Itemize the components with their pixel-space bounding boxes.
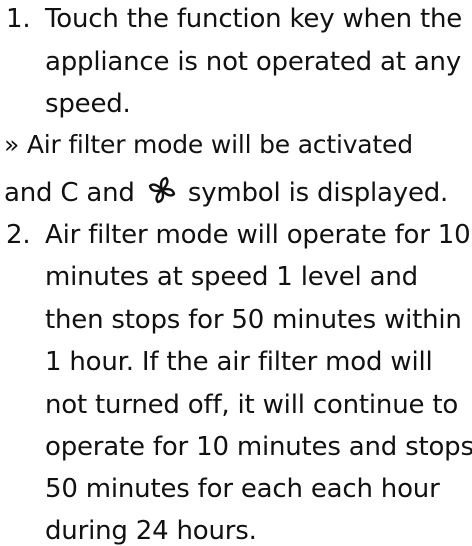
result-line-1: » Air filter mode will be activated [4, 130, 413, 159]
instruction-document: 1. Touch the function key when the appli… [0, 0, 472, 546]
step-2-line-4: 1 hour. If the air filter mod will [45, 347, 433, 377]
fan-icon [147, 175, 177, 205]
step-1-line-2: appliance is not operated at any [45, 47, 462, 77]
step-2-line-2: minutes at speed 1 level and [45, 262, 418, 292]
step-2-line-3: then stops for 50 minutes within [45, 305, 462, 335]
result-line-2-end: symbol is displayed. [179, 178, 449, 208]
step-1-line-1: Touch the function key when the [45, 4, 463, 34]
step-1-line-3: speed. [45, 89, 131, 119]
result-line-2: and C and symbol is displayed. [4, 175, 448, 208]
step-2-line-7: 50 minutes for each each hour [45, 474, 440, 504]
step-1-number: 1. [6, 4, 31, 34]
step-2-line-5: not turned off, it will continue to [45, 390, 459, 420]
step-2-line-6: operate for 10 minutes and stops [45, 432, 472, 462]
step-2-line-8: during 24 hours. [45, 516, 257, 546]
step-2-line-1: Air filter mode will operate for 10 [45, 220, 471, 250]
result-line-2-start: and C and [4, 178, 143, 208]
step-2-number: 2. [6, 220, 31, 250]
